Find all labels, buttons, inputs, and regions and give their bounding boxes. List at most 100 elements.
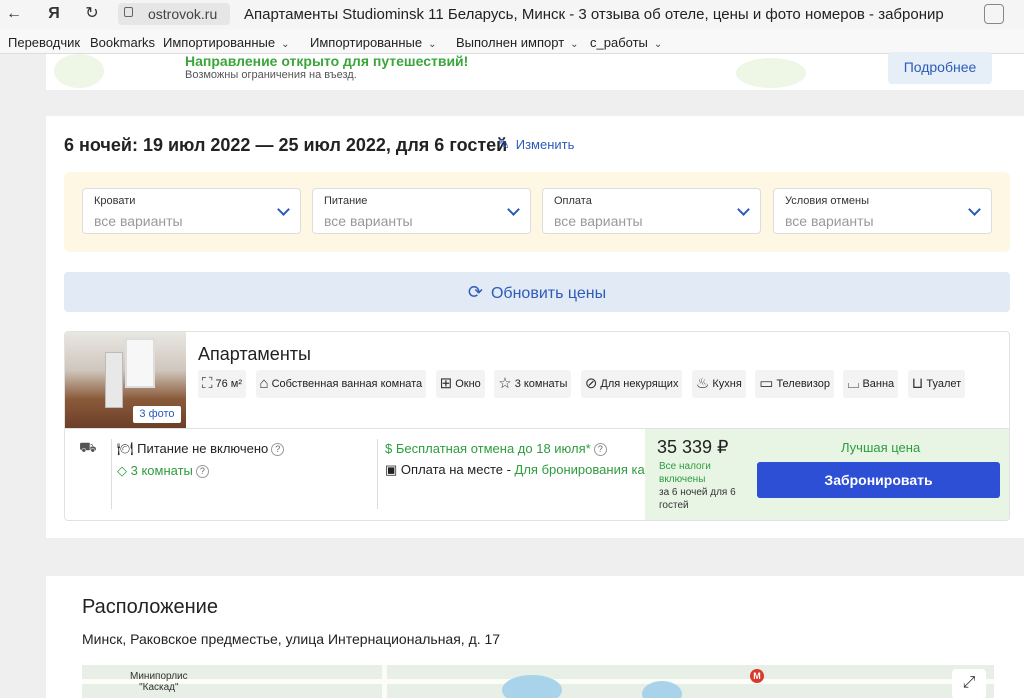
bookmark-label: Импортированные	[163, 35, 276, 50]
bookmark-label: Импортированные	[310, 35, 423, 50]
cash-icon: $	[385, 441, 393, 456]
lock-icon	[124, 7, 133, 17]
help-icon[interactable]: ?	[593, 443, 607, 456]
refresh-label: Обновить цены	[490, 285, 607, 302]
photo-window	[125, 338, 155, 388]
map-water	[502, 675, 562, 698]
room-offer: 3 фото Апартаменты ⛶ 76 м² ⌂ Собственная в…	[64, 331, 1010, 521]
price-panel: 35 339 ₽ Все налоги включены за 6 ночей …	[645, 429, 1009, 520]
bookmark-label: с_работы	[590, 35, 648, 50]
bookmark-bookmarks[interactable]: Bookmarks	[90, 35, 155, 50]
virus-decoration	[736, 58, 806, 88]
amenity-label: Кухня	[712, 378, 742, 390]
map-label-line: "Каскад"	[139, 682, 179, 693]
reload-icon[interactable]: ↻	[82, 4, 102, 24]
guests-icon: ⛟	[79, 439, 97, 455]
no-smoking-icon: ⊘	[584, 375, 598, 393]
select-label: Условия отмены	[785, 195, 869, 207]
chevron-down-icon	[737, 203, 750, 216]
payment-select[interactable]: Оплата все варианты	[542, 188, 761, 234]
star-icon: ☆	[498, 375, 512, 393]
photo-fridge	[105, 352, 123, 408]
meals-select[interactable]: Питание все варианты	[312, 188, 531, 234]
payment-prefix: Оплата на месте -	[400, 462, 515, 477]
bookmark-folder-imported-2[interactable]: Импортированные ⌄	[310, 35, 436, 50]
rate-row: ⛟ 🍽 Питание не включено? ◇ 3 комнаты? $ …	[65, 428, 1009, 520]
map[interactable]: Минипорлис "Каскад" М ⤢	[82, 665, 994, 698]
extensions-icon[interactable]	[984, 4, 1004, 24]
chef-hat-icon: ♨	[695, 375, 710, 393]
diamond-icon: ◇	[117, 463, 127, 478]
amenity-label: Окно	[455, 378, 481, 390]
amenity-private-bathroom: ⌂ Собственная ванная комната	[255, 370, 427, 398]
amenity-kitchen: ♨ Кухня	[691, 370, 746, 398]
beds-select[interactable]: Кровати все варианты	[82, 188, 301, 234]
pencil-icon: ✎	[498, 136, 510, 152]
expand-map-icon[interactable]: ⤢	[952, 669, 986, 698]
bathtub-icon: ⌴	[847, 375, 860, 393]
refresh-icon: ⟳	[467, 282, 483, 302]
edit-dates-link[interactable]: ✎ Изменить	[498, 136, 574, 153]
bookmark-label: Bookmarks	[90, 35, 156, 50]
rooms-label: 3 комнаты	[130, 463, 193, 478]
price: 35 339 ₽	[657, 437, 729, 457]
cancellation-select[interactable]: Условия отмены все варианты	[773, 188, 992, 234]
amenity-label: Туалет	[926, 378, 962, 390]
help-icon[interactable]: ?	[195, 465, 209, 478]
free-cancellation: $ Бесплатная отмена до 18 июля*?	[385, 441, 607, 456]
select-value: все варианты	[785, 213, 874, 229]
chevron-down-icon	[277, 203, 290, 216]
bookmark-folder-imported-1[interactable]: Импортированные ⌄	[163, 35, 289, 50]
bookmark-label: Переводчик	[8, 35, 81, 50]
location-card: Расположение Минск, Раковское предместье…	[46, 576, 1024, 698]
amenity-label: Телевизор	[776, 378, 830, 390]
photo-count-badge[interactable]: 3 фото	[133, 406, 181, 423]
window-icon: ⊞	[439, 375, 453, 393]
more-info-button[interactable]: Подробнее	[888, 52, 992, 84]
travel-banner: Направление открыто для путешествий! Воз…	[46, 52, 1024, 90]
address-bar[interactable]: ostrovok.ru	[118, 3, 230, 25]
select-value: все варианты	[94, 213, 183, 229]
bath-icon: ⌂	[259, 375, 269, 393]
url-text: ostrovok.ru	[148, 6, 218, 22]
tv-icon: ▭	[759, 375, 774, 393]
yandex-icon[interactable]: Я	[44, 4, 64, 24]
toilet-icon: ⊔	[911, 375, 924, 393]
bookmark-folder-work[interactable]: с_работы ⌄	[590, 35, 662, 50]
meal-icon: 🍽	[117, 441, 134, 456]
room-photo[interactable]: 3 фото	[65, 332, 186, 428]
meal-option: 🍽 Питание не включено?	[117, 441, 285, 457]
amenity-tv: ▭ Телевизор	[755, 370, 834, 398]
amenity-label: 76 м²	[215, 378, 243, 390]
edit-label: Изменить	[515, 137, 575, 152]
help-icon[interactable]: ?	[271, 443, 285, 456]
metro-icon: М	[750, 669, 764, 683]
area-icon: ⛶	[202, 375, 213, 393]
best-price-label: Лучшая цена	[841, 440, 921, 455]
book-button[interactable]: Забронировать	[757, 462, 1000, 498]
filters-panel: Кровати все варианты Питание все вариант…	[64, 172, 1010, 252]
amenity-bathtub: ⌴ Ванна	[843, 370, 899, 398]
amenity-label: Для некурящих	[600, 378, 679, 390]
location-address: Минск, Раковское предместье, улица Интер…	[82, 631, 501, 647]
amenity-non-smoking: ⊘ Для некурящих	[580, 370, 683, 398]
stay-dates: 6 ночей: 19 июл 2022 — 25 июл 2022, для …	[64, 135, 508, 155]
select-label: Кровати	[94, 195, 136, 207]
meal-label: Питание не включено	[137, 441, 269, 456]
bookmark-folder-import-done[interactable]: Выполнен импорт ⌄	[456, 35, 579, 50]
room-name: Апартаменты	[198, 344, 311, 364]
bookmark-label: Выполнен импорт	[456, 35, 565, 50]
amenity-label: Ванна	[862, 378, 895, 390]
divider	[111, 439, 112, 509]
amenities-row: ⛶ 76 м² ⌂ Собственная ванная комната ⊞ Окно…	[198, 370, 998, 398]
bookmark-translator[interactable]: Переводчик	[8, 35, 80, 50]
back-icon[interactable]: ←	[4, 4, 24, 24]
chevron-down-icon: ⌄	[281, 39, 290, 50]
amenity-area: ⛶ 76 м²	[198, 370, 247, 398]
refresh-prices-button[interactable]: ⟳ Обновить цены	[64, 272, 1010, 312]
amenity-label: 3 комнаты	[514, 378, 568, 390]
taxes-included: Все налоги включены	[659, 461, 711, 485]
chevron-down-icon	[507, 203, 520, 216]
chevron-down-icon: ⌄	[570, 39, 579, 50]
browser-toolbar: ← Я ↻ ostrovok.ru Апартаменты Studiomins…	[0, 0, 1024, 30]
